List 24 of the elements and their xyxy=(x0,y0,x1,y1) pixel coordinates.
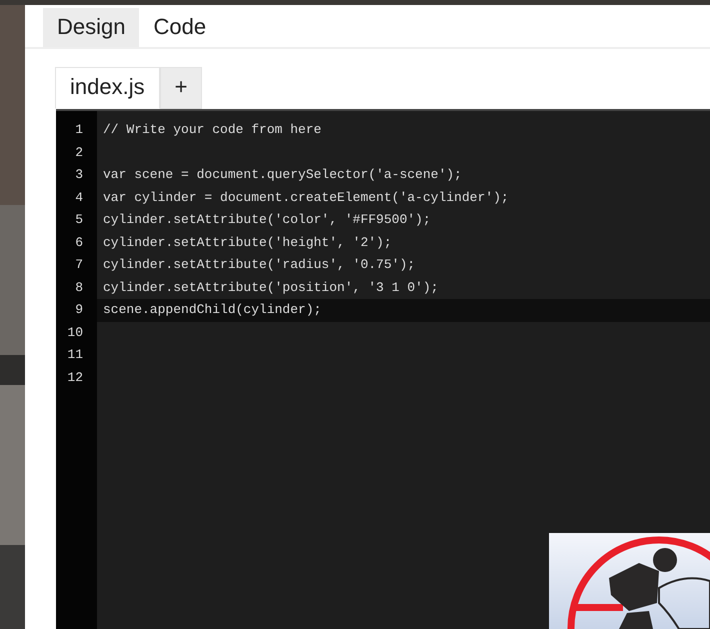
code-line: cylinder.setAttribute('color', '#FF9500'); xyxy=(103,212,431,227)
line-number: 10 xyxy=(67,324,83,342)
line-number: 12 xyxy=(67,368,83,386)
code-line: scene.appendChild(cylinder); xyxy=(103,302,322,317)
file-tab[interactable]: index.js xyxy=(55,67,160,109)
line-number: 8 xyxy=(75,278,83,296)
line-number: 2 xyxy=(75,144,83,162)
line-number: 7 xyxy=(75,256,83,274)
line-number: 1 xyxy=(75,121,83,139)
code-line: cylinder.setAttribute('height', '2'); xyxy=(103,234,392,250)
code-line: cylinder.setAttribute('radius', '0.75'); xyxy=(103,257,416,272)
line-number: 11 xyxy=(67,346,83,364)
code-line: // Write your code from here xyxy=(103,122,322,137)
line-number: 9 xyxy=(75,301,83,319)
line-number: 6 xyxy=(75,234,83,252)
code-line: var cylinder = document.createElement('a-cylinder'); xyxy=(103,190,509,204)
line-number: 4 xyxy=(75,188,83,206)
code-editor[interactable] xyxy=(56,109,710,629)
line-number: 3 xyxy=(75,166,83,184)
code-line: var scene = document.querySelector('a-scene'); xyxy=(103,167,462,182)
tab[interactable]: Design xyxy=(43,8,140,47)
file-tab[interactable]: + xyxy=(160,67,202,109)
line-number: 5 xyxy=(75,211,83,229)
code-line: cylinder.setAttribute('position', '3 1 0'); xyxy=(103,280,438,294)
